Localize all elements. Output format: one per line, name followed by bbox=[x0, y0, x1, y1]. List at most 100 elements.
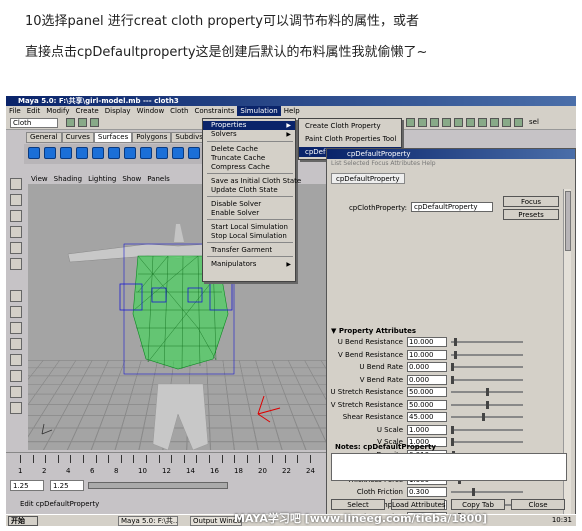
menu-cloth[interactable]: Cloth bbox=[167, 106, 191, 116]
shelf-icon[interactable] bbox=[124, 147, 136, 159]
menu-window[interactable]: Window bbox=[134, 106, 168, 116]
shelf-icon[interactable] bbox=[28, 147, 40, 159]
attribute-value-field[interactable]: 1.000 bbox=[407, 424, 447, 435]
sim-menu-item-delete-cache[interactable]: Delete Cache bbox=[203, 145, 295, 154]
toolbar-icon[interactable] bbox=[502, 118, 511, 127]
toolbar-icon[interactable] bbox=[442, 118, 451, 127]
select-tool-icon[interactable] bbox=[10, 178, 22, 190]
attribute-value-field[interactable]: 0.000 bbox=[407, 374, 447, 385]
shelf-tab-general[interactable]: General bbox=[26, 132, 62, 143]
presets-button[interactable]: Presets bbox=[503, 209, 559, 220]
shelf-icon[interactable] bbox=[76, 147, 88, 159]
scrollbar-thumb[interactable] bbox=[565, 191, 571, 251]
slider-handle[interactable] bbox=[482, 413, 486, 421]
attribute-value-field[interactable]: 10.000 bbox=[407, 337, 447, 347]
shelf-icon[interactable] bbox=[108, 147, 120, 159]
toolbar-icon[interactable] bbox=[514, 118, 523, 127]
mode-select[interactable]: Cloth bbox=[10, 118, 58, 128]
range-slider-bar[interactable] bbox=[88, 482, 228, 489]
menu-simulation[interactable]: Simulation bbox=[237, 106, 281, 116]
range-end-field[interactable]: 1.25 bbox=[50, 480, 84, 491]
layout-icon[interactable] bbox=[10, 338, 22, 350]
task-maya[interactable]: Maya 5.0: F:\共... bbox=[118, 516, 178, 526]
menu-modify[interactable]: Modify bbox=[43, 106, 72, 116]
shelf-icon[interactable] bbox=[44, 147, 56, 159]
sim-menu-item-start-local-simulation[interactable]: Start Local Simulation bbox=[203, 223, 295, 232]
slider-handle[interactable] bbox=[451, 375, 454, 384]
submenu-item-paint-cloth-properties-tool[interactable]: Paint Cloth Properties Tool bbox=[299, 134, 401, 144]
scale-tool-icon[interactable] bbox=[10, 242, 22, 254]
slider-handle[interactable] bbox=[471, 488, 475, 496]
slider-handle[interactable] bbox=[454, 350, 458, 359]
range-start-field[interactable]: 1.25 bbox=[10, 480, 44, 491]
menu-display[interactable]: Display bbox=[102, 106, 134, 116]
viewport-menu-panels[interactable]: Panels bbox=[144, 174, 173, 184]
attribute-value-field[interactable]: 45.000 bbox=[407, 412, 447, 422]
layout-icon[interactable] bbox=[10, 290, 22, 302]
menu-file[interactable]: File bbox=[6, 106, 24, 116]
attribute-value-field[interactable]: 0.300 bbox=[407, 487, 447, 497]
focus-button[interactable]: Focus bbox=[503, 196, 559, 207]
copy-tab-button[interactable]: Copy Tab bbox=[451, 499, 505, 510]
attribute-slider[interactable] bbox=[451, 488, 523, 496]
toolbar-icon[interactable] bbox=[406, 118, 415, 127]
sim-menu-item-compress-cache[interactable]: Compress Cache bbox=[203, 163, 295, 172]
toolbar-icon[interactable] bbox=[418, 118, 427, 127]
attribute-slider[interactable] bbox=[451, 413, 523, 421]
notes-textarea[interactable] bbox=[331, 453, 567, 481]
attribute-slider[interactable] bbox=[451, 388, 523, 396]
attribute-slider[interactable] bbox=[451, 375, 523, 384]
shelf-tab-polygons[interactable]: Polygons bbox=[132, 132, 172, 143]
manipulator-tool-icon[interactable] bbox=[10, 258, 22, 270]
shelf-icon[interactable] bbox=[156, 147, 168, 159]
rotate-tool-icon[interactable] bbox=[10, 226, 22, 238]
shelf-icon[interactable] bbox=[188, 147, 200, 159]
toolbar-icon[interactable] bbox=[430, 118, 439, 127]
sim-menu-item-enable-solver[interactable]: Enable Solver bbox=[203, 209, 295, 218]
attribute-slider[interactable] bbox=[451, 400, 523, 409]
sim-menu-item-transfer-garment[interactable]: Transfer Garment bbox=[203, 246, 295, 255]
time-slider[interactable] bbox=[6, 452, 328, 466]
toolbar-icon[interactable] bbox=[454, 118, 463, 127]
toolbar-icon[interactable] bbox=[66, 118, 75, 127]
range-slider[interactable]: 1.25 1.25 bbox=[10, 480, 326, 492]
shelf-tab-surfaces[interactable]: Surfaces bbox=[93, 132, 133, 143]
attribute-slider[interactable] bbox=[451, 338, 523, 346]
node-name-field[interactable]: cpDefaultProperty bbox=[411, 202, 493, 212]
attribute-slider[interactable] bbox=[451, 425, 523, 434]
layout-icon[interactable] bbox=[10, 402, 22, 414]
tab-cp-default-property[interactable]: cpDefaultProperty bbox=[331, 173, 405, 184]
shelf-icon[interactable] bbox=[92, 147, 104, 159]
sim-menu-item-update-cloth-state[interactable]: Update Cloth State bbox=[203, 186, 295, 195]
sim-menu-item-solvers[interactable]: Solvers ▶ bbox=[203, 130, 295, 139]
toolbar-icon[interactable] bbox=[466, 118, 475, 127]
sim-menu-item-stop-local-simulation[interactable]: Stop Local Simulation bbox=[203, 232, 295, 241]
slider-handle[interactable] bbox=[485, 400, 489, 409]
attribute-slider[interactable] bbox=[451, 363, 523, 371]
menu-create[interactable]: Create bbox=[72, 106, 101, 116]
slider-handle[interactable] bbox=[451, 363, 454, 371]
layout-icon[interactable] bbox=[10, 306, 22, 318]
sim-menu-item-truncate-cache[interactable]: Truncate Cache bbox=[203, 154, 295, 163]
viewport-menu-view[interactable]: View bbox=[28, 174, 51, 184]
section-header[interactable]: ▼ Property Attributes bbox=[331, 327, 416, 335]
slider-handle[interactable] bbox=[451, 425, 454, 434]
attribute-value-field[interactable]: 50.000 bbox=[407, 399, 447, 410]
layout-icon[interactable] bbox=[10, 386, 22, 398]
viewport-menu-lighting[interactable]: Lighting bbox=[85, 174, 119, 184]
toolbar-icon[interactable] bbox=[490, 118, 499, 127]
toolbar-icon[interactable] bbox=[90, 118, 99, 127]
sim-menu-item-disable-solver[interactable]: Disable Solver bbox=[203, 200, 295, 209]
select-button[interactable]: Select bbox=[331, 499, 385, 510]
slider-handle[interactable] bbox=[485, 388, 489, 396]
sim-menu-item-properties[interactable]: Properties ▶ bbox=[203, 121, 295, 130]
menu-edit[interactable]: Edit bbox=[24, 106, 44, 116]
lasso-tool-icon[interactable] bbox=[10, 194, 22, 206]
attribute-value-field[interactable]: 0.000 bbox=[407, 362, 447, 372]
toolbar-icon[interactable] bbox=[478, 118, 487, 127]
load-attributes-button[interactable]: Load Attributes bbox=[391, 499, 446, 510]
shelf-icon[interactable] bbox=[60, 147, 72, 159]
close-button[interactable]: Close bbox=[511, 499, 565, 510]
layout-icon[interactable] bbox=[10, 354, 22, 366]
menu-constraints[interactable]: Constraints bbox=[191, 106, 237, 116]
